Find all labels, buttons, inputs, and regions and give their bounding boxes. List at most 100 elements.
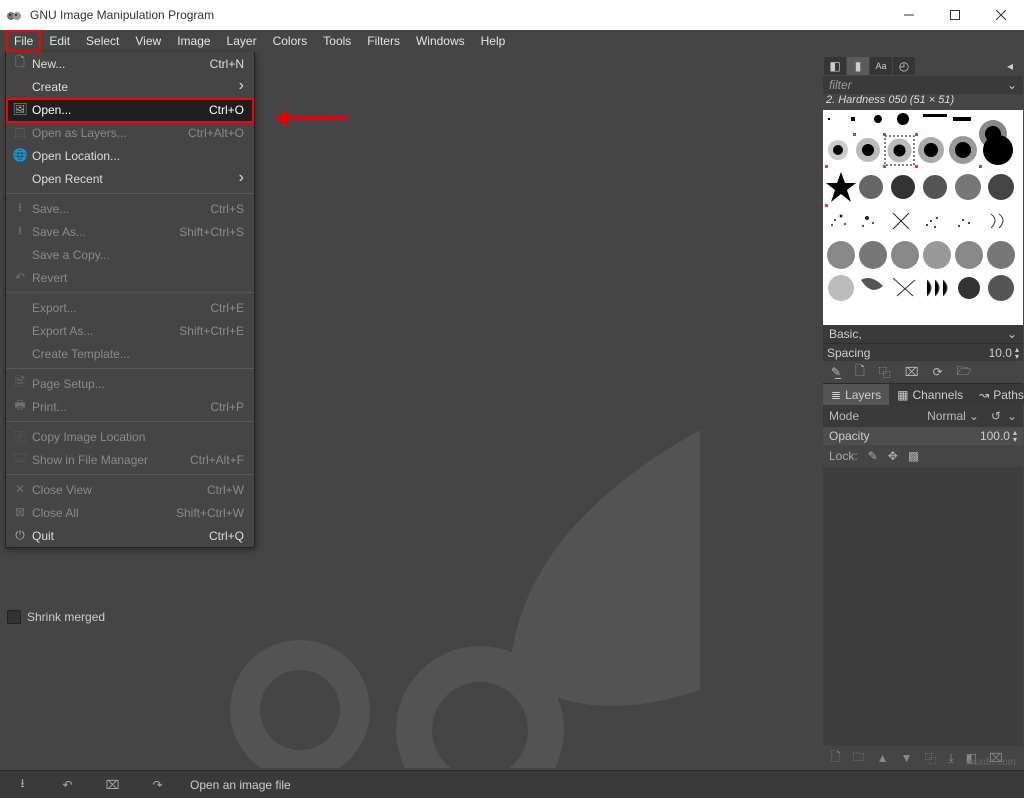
menu-select[interactable]: Select [78,30,127,52]
menu-item-revert: ↶Revert [6,266,254,289]
mode-value: Normal [927,409,966,423]
duplicate-brush-icon[interactable]: ⿻ [879,364,891,381]
layer-opacity[interactable]: Opacity 100.0 ▴▾ [823,427,1023,445]
merge-down-icon[interactable]: ⤓ [948,751,953,766]
menu-item-open[interactable]: 🖼Open...Ctrl+O [6,98,254,121]
quit-icon: ⏻ [12,527,28,543]
lower-layer-icon[interactable]: ▼ [901,751,913,765]
menu-item-open-location[interactable]: 🌐 Open Location... [6,144,254,167]
menu-item-export-as: Export As...Shift+Ctrl+E [6,319,254,342]
menu-view[interactable]: View [127,30,169,52]
menu-item-label: Open Location... [32,149,244,163]
bottom-delete[interactable]: ⌧ [90,778,135,792]
layers-list[interactable] [823,467,1023,746]
menu-item-accel: Ctrl+Alt+F [190,453,244,467]
reset-mode-icon[interactable]: ↺ [991,409,1001,423]
brush-filter[interactable]: filter ⌄ [823,76,1023,94]
blank-icon [12,170,28,186]
close-button[interactable] [978,0,1024,30]
menu-windows[interactable]: Windows [408,30,473,52]
menu-item-label: Open... [32,103,209,117]
menu-layer[interactable]: Layer [219,30,265,52]
menu-item-accel: Shift+Ctrl+E [179,324,244,338]
menu-colors[interactable]: Colors [265,30,316,52]
opacity-value: 100.0 [980,429,1010,443]
globe-icon: 🌐 [12,147,28,163]
new-group-icon[interactable]: 🗀 [853,748,865,769]
menu-item-label: Quit [32,529,209,543]
channels-icon: ▦ [897,388,908,402]
blank-icon [12,345,28,361]
bottom-redo[interactable]: ↷ [135,778,180,792]
menu-item-close-all: ⊠Close AllShift+Ctrl+W [6,501,254,524]
menu-help[interactable]: Help [473,30,514,52]
menu-item-quit[interactable]: ⏻QuitCtrl+Q [6,524,254,547]
menu-image[interactable]: Image [169,30,218,52]
shrink-merged-check[interactable]: Shrink merged [7,610,105,624]
page-icon: 🗎 [12,375,28,391]
tab-history[interactable]: ◴ [893,57,915,75]
menu-item-show-in-file-manager: 🗀Show in File ManagerCtrl+Alt+F [6,448,254,471]
menu-item-accel: Ctrl+O [209,103,244,117]
new-brush-icon[interactable]: 🗋 [855,362,865,383]
minimize-button[interactable] [886,0,932,30]
menu-item-accel: Ctrl+E [210,301,244,315]
spacing-value: 10.0 [989,346,1012,360]
menu-item-label: Close View [32,483,207,497]
layer-lock: Lock: ✎ ✥ ▩ [823,445,1023,467]
menu-item-accel: Shift+Ctrl+S [179,225,244,239]
blank-icon [12,78,28,94]
lock-position-icon[interactable]: ✥ [888,449,898,463]
maximize-button[interactable] [932,0,978,30]
refresh-brush-icon[interactable]: ⟳ [933,365,943,379]
checkbox-icon [7,610,21,624]
layer-mode[interactable]: Mode Normal⌄ ↺ ⌄ [823,405,1023,427]
spinner-icon[interactable]: ▴▾ [1015,346,1019,360]
bottom-undo[interactable]: ↶ [45,778,90,792]
menu-item-label: Close All [32,506,176,520]
dock-menu-icon[interactable]: ◂ [999,57,1021,75]
brush-grid[interactable] [823,110,1023,325]
tab-paths[interactable]: ↝Paths [971,384,1024,405]
lock-pixels-icon[interactable]: ✎ [868,449,878,463]
layers-icon: ⬚ [12,124,28,140]
menu-filters[interactable]: Filters [359,30,408,52]
lock-alpha-icon[interactable]: ▩ [908,449,919,463]
menu-item-print: 🖶Print...Ctrl+P [6,395,254,418]
menu-item-label: Save... [32,202,210,216]
new-layer-icon[interactable]: 🗋 [831,748,841,769]
menu-item-open-recent[interactable]: Open Recent [6,167,254,190]
menu-file[interactable]: File [6,30,41,52]
titlebar: GNU Image Manipulation Program [0,0,1024,30]
open-as-image-icon[interactable]: 🗁 [957,362,972,383]
menu-item-label: Copy Image Location [32,430,244,444]
brush-spacing[interactable]: Spacing 10.0 ▴▾ [823,343,1023,361]
duplicate-layer-icon[interactable]: ⿻ [924,750,936,767]
edit-brush-icon[interactable]: ✎̲ [831,365,841,379]
layers-icon: ≣ [831,388,841,402]
spinner-icon[interactable]: ▴▾ [1013,429,1017,443]
menu-item-new[interactable]: 🗋New...Ctrl+N [6,52,254,75]
tab-brushes[interactable]: ▮ [847,57,869,75]
menu-edit[interactable]: Edit [41,30,78,52]
menu-item-label: Create [32,80,244,94]
tab-channels[interactable]: ▦Channels [889,384,971,405]
tab-fonts[interactable]: Aa [870,57,892,75]
bottom-tool-1[interactable]: ⭳ [0,774,45,795]
tab-layers[interactable]: ≣Layers [823,384,889,405]
menu-tools[interactable]: Tools [315,30,359,52]
save-icon: ⭳ [12,200,28,216]
right-dock: ◧ ▮ Aa ◴ ◂ filter ⌄ 2. Hardness 050 (51 … [823,56,1023,770]
brush-preset-select[interactable]: Basic, [823,325,1023,343]
delete-brush-icon[interactable]: ⌧ [905,365,919,379]
tab-patterns[interactable]: ◧ [824,57,846,75]
raise-layer-icon[interactable]: ▲ [877,751,889,765]
menu-item-save: ⭳Save...Ctrl+S [6,197,254,220]
menu-item-create[interactable]: Create [6,75,254,98]
app-logo [0,6,28,24]
menu-item-save-as: ⭳Save As...Shift+Ctrl+S [6,220,254,243]
menu-item-create-template: Create Template... [6,342,254,365]
brush-name: 2. Hardness 050 (51 × 51) [823,94,1023,110]
chevron-down-icon[interactable]: ⌄ [1007,409,1017,423]
menu-item-accel: Ctrl+P [210,400,244,414]
